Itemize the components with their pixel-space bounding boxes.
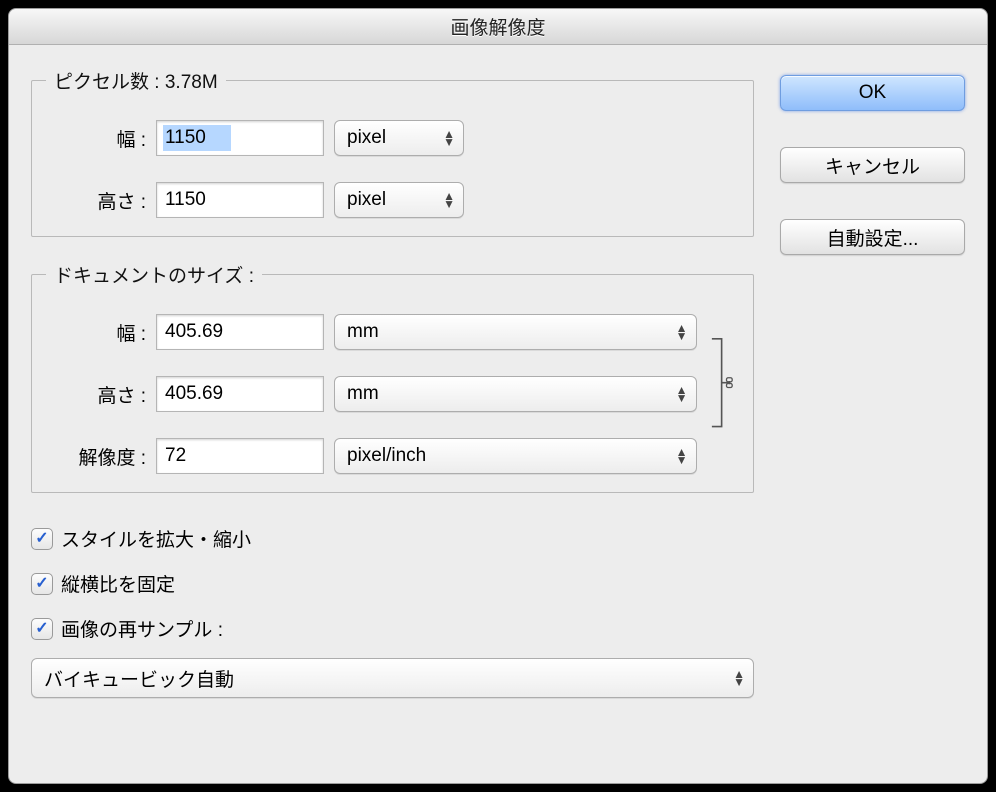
doc-width-unit-value: mm [347,321,379,343]
doc-height-unit-value: mm [347,383,379,405]
titlebar: 画像解像度 [9,9,987,45]
check-icon: ✓ [35,531,48,547]
cancel-button-label: キャンセル [825,152,920,179]
resolution-input[interactable] [156,438,324,474]
legend-prefix: ピクセル数 : [54,72,165,93]
doc-width-input[interactable] [156,314,324,350]
pixel-dimensions-group: ピクセル数 : 3.78M 幅 : pixel 高さ [31,67,754,237]
document-size-group: ドキュメントのサイズ : 幅 : mm 高さ : [31,261,754,493]
resample-checkbox[interactable]: ✓ [31,618,53,640]
file-size-display: 3.78M [165,72,218,93]
doc-height-unit-select[interactable]: mm [334,376,697,412]
doc-width-unit-select[interactable]: mm [334,314,697,350]
resample-label: 画像の再サンプル : [61,615,223,642]
window-title: 画像解像度 [450,13,545,40]
left-column: ピクセル数 : 3.78M 幅 : pixel 高さ [31,67,754,763]
check-icon: ✓ [35,621,48,637]
chevrons-icon [733,670,745,686]
right-column: OK キャンセル 自動設定... [780,67,965,763]
doc-width-label: 幅 : [46,319,146,346]
document-size-legend: ドキュメントのサイズ : [46,261,262,288]
resolution-unit-select[interactable]: pixel/inch [334,438,697,474]
auto-button[interactable]: 自動設定... [780,219,965,255]
constrain-proportions-checkbox[interactable]: ✓ [31,573,53,595]
doc-height-input[interactable] [156,376,324,412]
chevrons-icon [676,448,688,464]
resample-method-value: バイキュービック自動 [44,665,234,692]
check-icon: ✓ [35,576,48,592]
resolution-unit-value: pixel/inch [347,445,426,467]
pixel-width-input[interactable] [156,120,324,156]
pixel-width-unit-value: pixel [347,127,386,149]
scale-styles-label: スタイルを拡大・縮小 [61,525,251,552]
cancel-button[interactable]: キャンセル [780,147,965,183]
content-area: ピクセル数 : 3.78M 幅 : pixel 高さ [9,45,987,783]
chevrons-icon [676,324,688,340]
scale-styles-checkbox[interactable]: ✓ [31,528,53,550]
pixel-width-unit-select[interactable]: pixel [334,120,464,156]
link-bracket-icon [707,329,740,459]
dialog-window: 画像解像度 ピクセル数 : 3.78M 幅 : pixel [8,8,988,784]
resolution-label: 解像度 : [46,443,146,470]
auto-button-label: 自動設定... [827,224,919,251]
chevrons-icon [443,192,455,208]
pixel-width-label: 幅 : [46,125,146,152]
pixel-height-input[interactable] [156,182,324,218]
ok-button-label: OK [859,82,886,104]
pixel-height-unit-value: pixel [347,189,386,211]
pixel-height-unit-select[interactable]: pixel [334,182,464,218]
constrain-proportions-label: 縦横比を固定 [61,570,175,597]
chevrons-icon [676,386,688,402]
doc-height-label: 高さ : [46,381,146,408]
pixel-height-label: 高さ : [46,187,146,214]
pixel-dimensions-legend: ピクセル数 : 3.78M [46,67,226,94]
chevrons-icon [443,130,455,146]
resample-method-select[interactable]: バイキュービック自動 [31,658,754,698]
ok-button[interactable]: OK [780,75,965,111]
